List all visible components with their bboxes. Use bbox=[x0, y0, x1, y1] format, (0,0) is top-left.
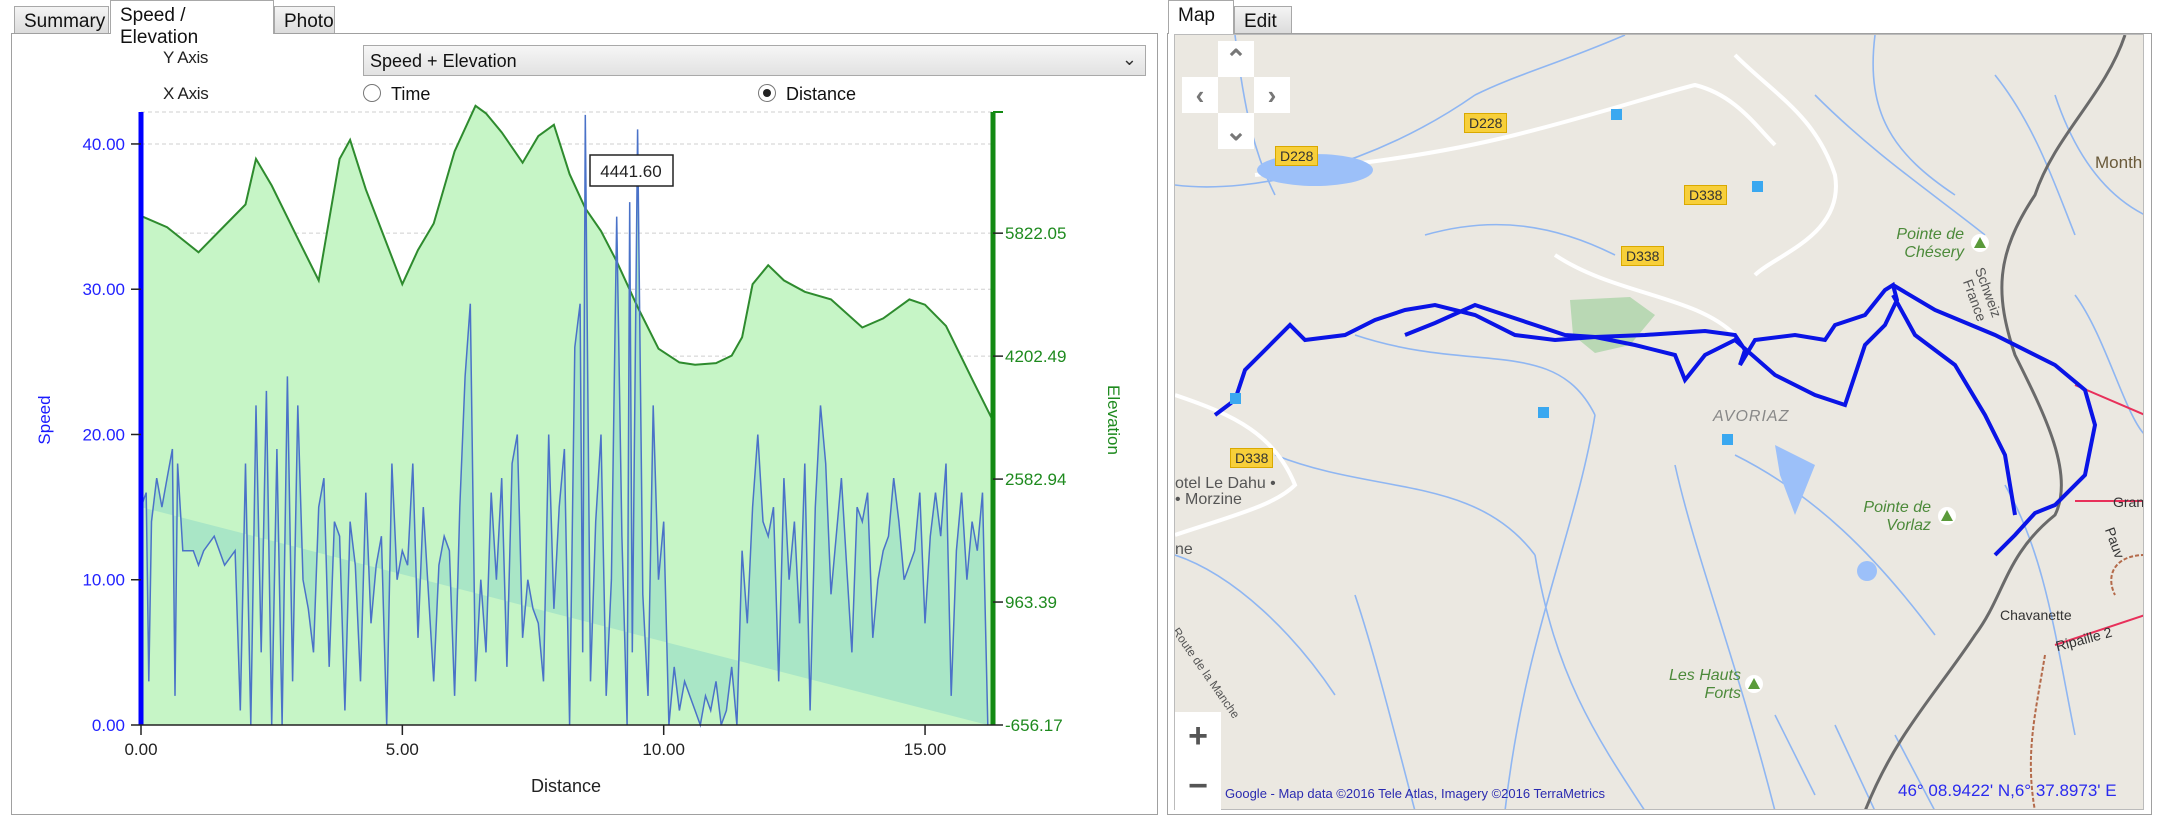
speed-elevation-chart[interactable]: 0.00 10.00 20.00 30.00 40.00 -656.17 963.39 258… bbox=[0, 0, 1160, 823]
y2-tick-label: 2582.94 bbox=[1005, 470, 1066, 489]
road-sign: D338 bbox=[1621, 246, 1665, 266]
place-label: ne bbox=[1175, 541, 1193, 558]
tab-map[interactable]: Map bbox=[1168, 0, 1234, 34]
x-tick-label: 5.00 bbox=[386, 740, 419, 759]
tab-speed-elevation-label: Speed / Elevation bbox=[120, 5, 199, 48]
y2-tick-label: -656.17 bbox=[1005, 716, 1063, 735]
peak-name-line1: Les Hauts bbox=[1668, 667, 1741, 684]
road-sign: D228 bbox=[1275, 146, 1319, 166]
peak-name-line2: Vorlaz bbox=[1886, 517, 1931, 534]
y-tick-label: 20.00 bbox=[82, 425, 125, 444]
place-label: • Morzine bbox=[1175, 491, 1242, 508]
peak-label-vorlaz: Pointe de Vorlaz bbox=[1825, 499, 1931, 535]
zoom-out-button[interactable]: − bbox=[1175, 762, 1221, 812]
ski-runs bbox=[2029, 554, 2143, 809]
y-tick-label: 0.00 bbox=[92, 716, 125, 735]
x-axis-title: Distance bbox=[531, 776, 601, 796]
ski-lifts bbox=[2054, 384, 2143, 646]
peak-name-line1: Pointe de bbox=[1896, 226, 1964, 243]
place-label: Gran bbox=[2113, 494, 2144, 510]
place-label-avoriaz: AVORIAZ bbox=[1713, 408, 1790, 425]
peak-name-line1: Pointe de bbox=[1863, 499, 1931, 516]
lake bbox=[1857, 561, 1877, 581]
tooltip: 4441.60 bbox=[589, 154, 674, 187]
map-attribution: Google - Map data ©2016 Tele Atlas, Imag… bbox=[1225, 786, 1605, 801]
pan-down-button[interactable]: ⌄ bbox=[1218, 113, 1254, 149]
peak-label-hauts-forts: Les Hauts Forts bbox=[1635, 667, 1741, 703]
tab-edit[interactable]: Edit bbox=[1234, 6, 1292, 33]
gps-track bbox=[1213, 281, 2098, 557]
pan-left-button[interactable]: ‹ bbox=[1182, 77, 1218, 113]
peak-name-line2: Forts bbox=[1704, 685, 1741, 702]
road-sign: D228 bbox=[1464, 113, 1508, 133]
x-tick-label: 0.00 bbox=[124, 740, 157, 759]
road-sign: D338 bbox=[1230, 448, 1274, 468]
x-tick-label: 10.00 bbox=[642, 740, 685, 759]
y-tick-label: 10.00 bbox=[82, 571, 125, 590]
road-sign: D338 bbox=[1684, 185, 1728, 205]
zoom-in-button[interactable]: + bbox=[1175, 712, 1221, 762]
place-label: Chavanette bbox=[2000, 607, 2072, 623]
tab-speed-elevation[interactable]: Speed / Elevation bbox=[110, 0, 274, 48]
tab-edit-label: Edit bbox=[1244, 11, 1277, 32]
cursor-coordinates: 46° 08.9422' N,6° 37.8973' E bbox=[1898, 781, 2117, 800]
y-tick-label: 40.00 bbox=[82, 135, 125, 154]
y2-tick-label: 963.39 bbox=[1005, 593, 1057, 612]
x-tick-label: 15.00 bbox=[904, 740, 947, 759]
pan-up-button[interactable]: ⌃ bbox=[1218, 41, 1254, 77]
tab-map-label: Map bbox=[1178, 5, 1215, 26]
place-label: Month bbox=[2095, 153, 2143, 172]
peak-name-line2: Chésery bbox=[1904, 244, 1964, 261]
pan-right-button[interactable]: › bbox=[1254, 77, 1290, 113]
y-axis-title-elevation: Elevation bbox=[1104, 385, 1123, 455]
y-axis-title-speed: Speed bbox=[35, 395, 54, 444]
y-tick-label: 30.00 bbox=[82, 280, 125, 299]
map-view[interactable]: ⌃ ‹ › ⌄ D228 D228 D338 D338 D338 otel Le… bbox=[1174, 34, 2144, 810]
y2-tick-label: 4202.49 bbox=[1005, 347, 1066, 366]
peak-label-chesery: Pointe de Chésery bbox=[1864, 226, 1964, 262]
lake bbox=[1775, 445, 1815, 515]
park-area bbox=[1570, 297, 1655, 353]
tooltip-value: 4441.60 bbox=[600, 162, 661, 181]
y2-tick-label: 5822.05 bbox=[1005, 224, 1066, 243]
